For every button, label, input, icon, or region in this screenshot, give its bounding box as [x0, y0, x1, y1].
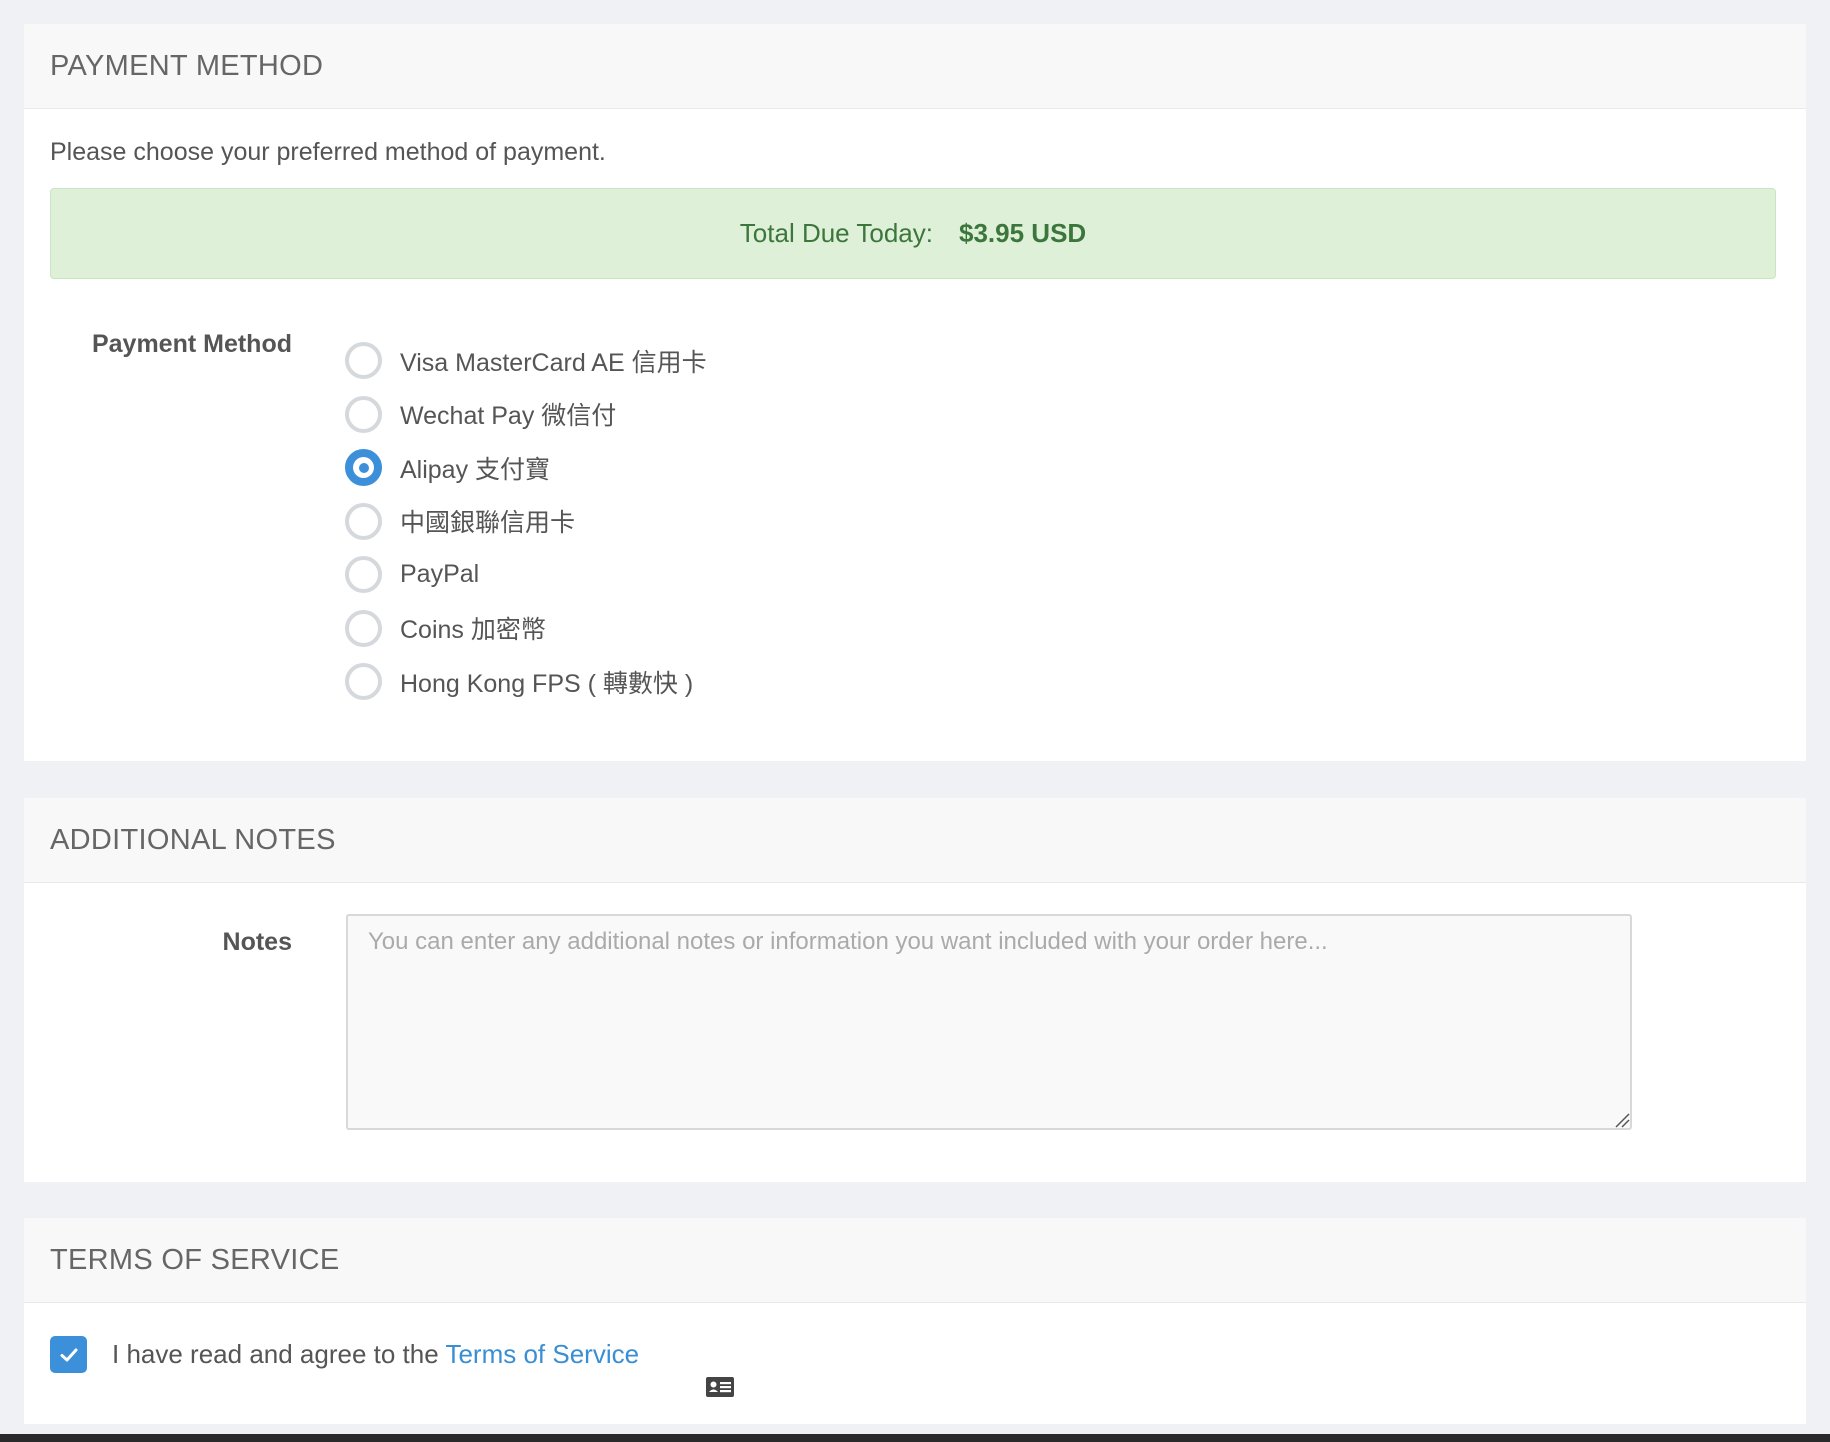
payment-option-paypal[interactable]: PayPal: [345, 548, 707, 602]
radio-button[interactable]: [345, 502, 382, 540]
payment-method-panel: PAYMENT METHOD Please choose your prefer…: [24, 24, 1806, 761]
total-due-amount: $3.95 USD: [959, 218, 1087, 248]
additional-notes-header: ADDITIONAL NOTES: [24, 798, 1806, 883]
terms-of-service-link[interactable]: Terms of Service: [445, 1339, 639, 1369]
notes-label: Notes: [222, 928, 292, 956]
payment-option-coins[interactable]: Coins 加密幣: [345, 602, 707, 656]
tos-agree-checkbox[interactable]: [50, 1336, 87, 1373]
radio-button[interactable]: [345, 395, 382, 433]
payment-option-wechat-pay[interactable]: Wechat Pay 微信付: [345, 388, 707, 442]
payment-method-header: PAYMENT METHOD: [24, 24, 1806, 109]
payment-method-options: Visa MasterCard AE 信用卡 Wechat Pay 微信付 Al…: [345, 334, 707, 709]
terms-of-service-header: TERMS OF SERVICE: [24, 1218, 1806, 1303]
payment-option-visa-mastercard[interactable]: Visa MasterCard AE 信用卡: [345, 334, 707, 388]
payment-option-label: Alipay 支付寶: [400, 455, 551, 484]
radio-button[interactable]: [345, 609, 382, 647]
radio-button[interactable]: [345, 663, 382, 701]
payment-option-alipay[interactable]: Alipay 支付寶: [345, 441, 707, 495]
payment-option-label: Visa MasterCard AE 信用卡: [400, 348, 707, 377]
payment-option-label: Coins 加密幣: [400, 616, 546, 645]
radio-button[interactable]: [345, 342, 382, 380]
tos-agree-prefix: I have read and agree to the: [112, 1339, 446, 1369]
payment-option-label: PayPal: [400, 560, 480, 589]
resize-grip-icon[interactable]: [1614, 1112, 1630, 1128]
payment-method-label: Payment Method: [91, 330, 292, 358]
payment-option-label: Wechat Pay 微信付: [400, 402, 617, 431]
tos-agree-text: I have read and agree to the Terms of Se…: [112, 1339, 639, 1370]
id-card-icon: [706, 1377, 734, 1397]
window-bottom-edge: [0, 1434, 1830, 1442]
payment-option-label: 中國銀聯信用卡: [400, 509, 576, 538]
payment-option-label: Hong Kong FPS ( 轉數快 ): [400, 669, 694, 698]
radio-button[interactable]: [345, 556, 382, 594]
additional-notes-panel: ADDITIONAL NOTES Notes: [24, 798, 1806, 1182]
notes-textarea[interactable]: [346, 914, 1632, 1130]
tos-agree-row: I have read and agree to the Terms of Se…: [50, 1336, 639, 1373]
terms-of-service-panel: TERMS OF SERVICE I have read and agree t…: [24, 1218, 1806, 1424]
total-due-box: Total Due Today: $3.95 USD: [50, 188, 1776, 279]
check-icon: [60, 1348, 77, 1361]
radio-button[interactable]: [345, 449, 382, 487]
payment-option-unionpay[interactable]: 中國銀聯信用卡: [345, 495, 707, 549]
payment-intro-text: Please choose your preferred method of p…: [50, 138, 606, 166]
total-due-label: Total Due Today:: [739, 218, 933, 248]
payment-option-hong-kong-fps[interactable]: Hong Kong FPS ( 轉數快 ): [345, 655, 707, 709]
